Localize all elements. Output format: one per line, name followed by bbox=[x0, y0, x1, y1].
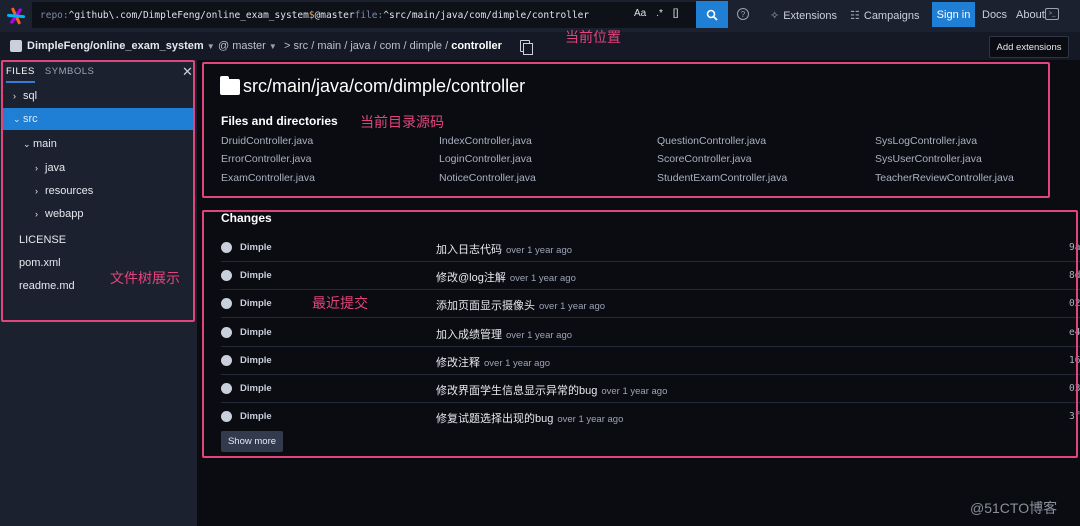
case-sensitive-toggle[interactable]: Aa bbox=[634, 8, 646, 19]
highlight-frame-files bbox=[202, 62, 1050, 198]
nav-campaigns[interactable]: ☷ Campaigns bbox=[850, 9, 920, 23]
repo-name-link[interactable]: DimpleFeng/online_exam_system ▼ bbox=[27, 40, 215, 52]
highlight-frame-sidebar bbox=[1, 60, 195, 322]
help-icon[interactable]: ? bbox=[737, 8, 749, 20]
breadcrumb: DimpleFeng/online_exam_system ▼ @ master… bbox=[0, 32, 1080, 60]
nav-extensions[interactable]: ✧ Extensions bbox=[770, 9, 837, 23]
search-icon bbox=[706, 9, 718, 21]
copy-path-icon[interactable] bbox=[520, 40, 533, 55]
search-input[interactable]: repo: ^github\.com/DimpleFeng/online_exam… bbox=[32, 2, 696, 28]
terminal-icon[interactable]: >_ bbox=[1045, 8, 1059, 20]
regex-toggle[interactable]: .* bbox=[656, 8, 663, 19]
path-breadcrumb[interactable]: > src / main / java / com / dimple / con… bbox=[284, 40, 502, 52]
add-extensions-button[interactable]: Add extensions bbox=[989, 36, 1069, 58]
sourcegraph-logo-icon[interactable] bbox=[0, 0, 32, 32]
repo-icon bbox=[10, 40, 22, 52]
annotation-recent-commits: 最近提交 bbox=[312, 295, 368, 311]
revision-selector[interactable]: @ master ▼ bbox=[218, 40, 277, 52]
highlight-frame-changes bbox=[202, 210, 1078, 458]
campaigns-icon: ☷ bbox=[850, 10, 860, 22]
nav-about[interactable]: About bbox=[1016, 9, 1045, 21]
search-button[interactable] bbox=[696, 1, 728, 28]
nav-docs[interactable]: Docs bbox=[982, 9, 1007, 21]
watermark: @51CTO博客 bbox=[970, 500, 1058, 516]
annotation-current-location: 当前位置 bbox=[565, 29, 621, 45]
search-options: Aa .* [] bbox=[634, 8, 678, 19]
structural-search-toggle[interactable]: [] bbox=[673, 8, 679, 19]
puzzle-icon: ✧ bbox=[770, 10, 780, 22]
sign-in-button[interactable]: Sign in bbox=[932, 2, 975, 27]
